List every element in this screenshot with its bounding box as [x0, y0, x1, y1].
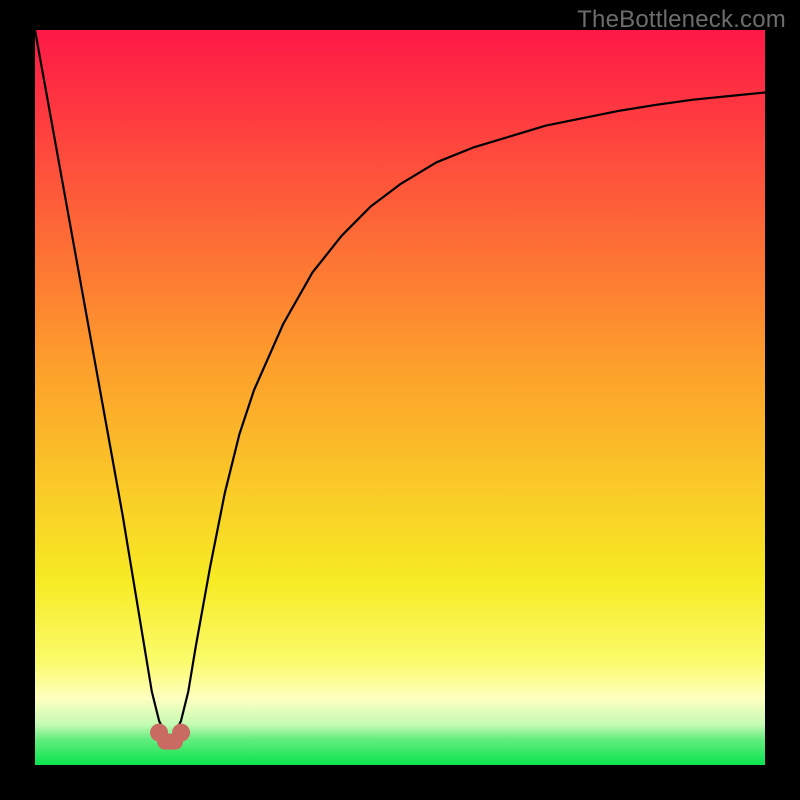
chart-frame: TheBottleneck.com	[0, 0, 800, 800]
bottleneck-chart	[35, 30, 765, 765]
gradient-background	[35, 30, 765, 765]
